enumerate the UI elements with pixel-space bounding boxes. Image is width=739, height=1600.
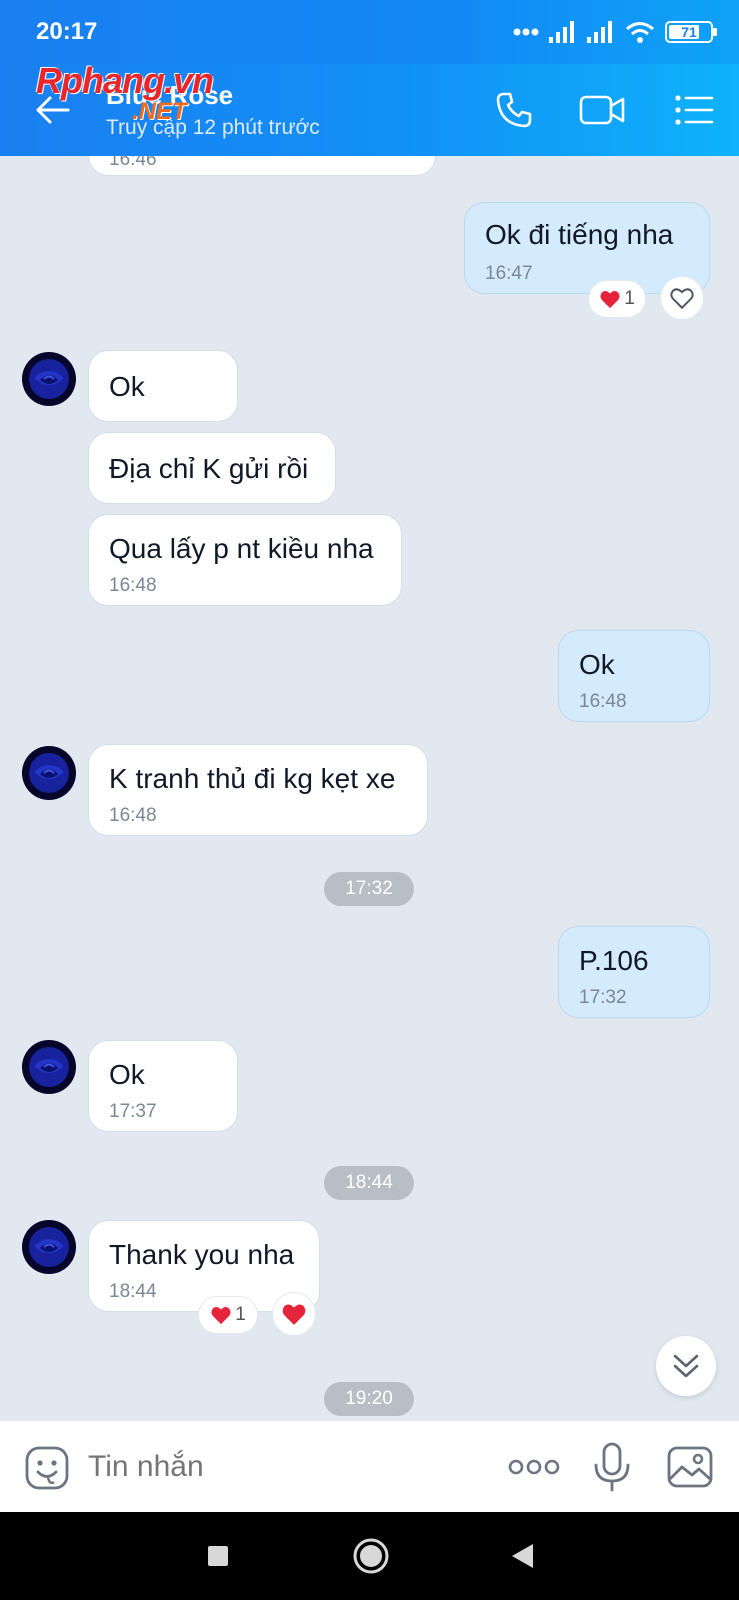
status-bar: 20:17 71 (0, 0, 739, 64)
message-text: Ok (579, 649, 615, 680)
more-options-button[interactable] (508, 1451, 560, 1483)
message-text: Ok (109, 371, 145, 402)
triangle-back-icon (512, 1544, 533, 1568)
chevron-double-down-icon (673, 1354, 699, 1378)
react-button[interactable] (660, 276, 704, 320)
message-time: 16:48 (109, 805, 157, 826)
message-bubble[interactable]: Qua lấy p nt kiều nha 16:48 (88, 514, 402, 606)
heart-icon (282, 1304, 306, 1325)
more-notifications-icon (513, 28, 539, 36)
message-bubble[interactable]: 16:46 (88, 156, 436, 176)
square-icon (208, 1546, 228, 1566)
status-icons: 71 (513, 18, 717, 46)
heart-icon (600, 291, 620, 309)
microphone-icon (594, 1442, 630, 1492)
message-time: 18:44 (109, 1281, 157, 1302)
react-button[interactable] (272, 1292, 316, 1336)
scroll-to-bottom-button[interactable] (656, 1336, 716, 1396)
message-text: K tranh thủ đi kg kẹt xe (109, 763, 396, 794)
home-button[interactable] (347, 1532, 395, 1580)
system-back-button[interactable] (498, 1532, 546, 1580)
contact-avatar[interactable] (22, 746, 76, 800)
message-bubble[interactable]: P.106 17:32 (558, 926, 710, 1018)
battery-icon: 71 (665, 21, 717, 43)
heart-outline-icon (670, 288, 694, 310)
watermark-logo: Rphang.vn (36, 60, 214, 101)
message-time: 16:48 (579, 691, 627, 712)
menu-list-icon (675, 95, 714, 125)
message-composer (0, 1420, 739, 1512)
gallery-icon (667, 1446, 713, 1488)
message-time: 17:37 (109, 1101, 157, 1122)
message-text: Thank you nha (109, 1239, 295, 1270)
video-call-button[interactable] (578, 88, 626, 132)
chat-options-button[interactable] (670, 88, 718, 132)
message-time: 17:32 (579, 987, 627, 1008)
message-bubble[interactable]: Địa chỉ K gửi rồi (88, 432, 336, 504)
message-time: 16:46 (109, 156, 157, 170)
watermark-logo-suffix: .NET (132, 98, 187, 125)
photo-gallery-button[interactable] (666, 1443, 714, 1491)
chat-header: Blue Rose Truy cập 12 phút trước Rphang.… (0, 60, 739, 156)
wifi-icon (626, 22, 654, 43)
reaction-count: 1 (235, 1304, 246, 1325)
circle-home-icon (353, 1538, 389, 1574)
voice-call-button[interactable] (490, 88, 538, 132)
status-time: 20:17 (36, 18, 98, 45)
reaction-count: 1 (624, 288, 635, 309)
heart-icon (211, 1307, 231, 1325)
message-bubble[interactable]: Ok 17:37 (88, 1040, 238, 1132)
signal-icon (587, 21, 612, 43)
message-text: Ok (109, 1059, 145, 1090)
message-text: Địa chỉ K gửi rồi (109, 453, 309, 484)
battery-level: 71 (681, 24, 697, 40)
time-separator: 18:44 (324, 1166, 414, 1200)
message-time: 16:47 (485, 263, 533, 284)
message-list[interactable]: 16:46 Ok đi tiếng nha 16:47 1 Ok Địa chỉ… (0, 156, 739, 1420)
sticker-icon (25, 1446, 69, 1490)
system-nav-bar (0, 1512, 739, 1600)
more-icon (508, 1459, 560, 1475)
phone-icon (496, 92, 532, 128)
sticker-button[interactable] (24, 1445, 70, 1491)
contact-avatar[interactable] (22, 1220, 76, 1274)
signal-icon (549, 21, 574, 43)
recents-button[interactable] (194, 1532, 242, 1580)
message-time: 16:48 (109, 575, 157, 596)
message-input[interactable] (88, 1445, 468, 1489)
message-text: Ok đi tiếng nha (485, 219, 674, 250)
message-text: P.106 (579, 945, 649, 976)
reaction-count-badge[interactable]: 1 (588, 280, 646, 318)
time-separator: 17:32 (324, 872, 414, 906)
message-bubble[interactable]: Ok (88, 350, 238, 422)
message-bubble[interactable]: Ok 16:48 (558, 630, 710, 722)
voice-message-button[interactable] (590, 1441, 634, 1493)
contact-avatar[interactable] (22, 352, 76, 406)
message-bubble[interactable]: K tranh thủ đi kg kẹt xe 16:48 (88, 744, 428, 836)
time-separator: 19:20 (324, 1382, 414, 1416)
contact-avatar[interactable] (22, 1040, 76, 1094)
message-text: Qua lấy p nt kiều nha (109, 533, 374, 564)
video-call-icon (579, 95, 625, 125)
reaction-count-badge[interactable]: 1 (198, 1296, 258, 1334)
